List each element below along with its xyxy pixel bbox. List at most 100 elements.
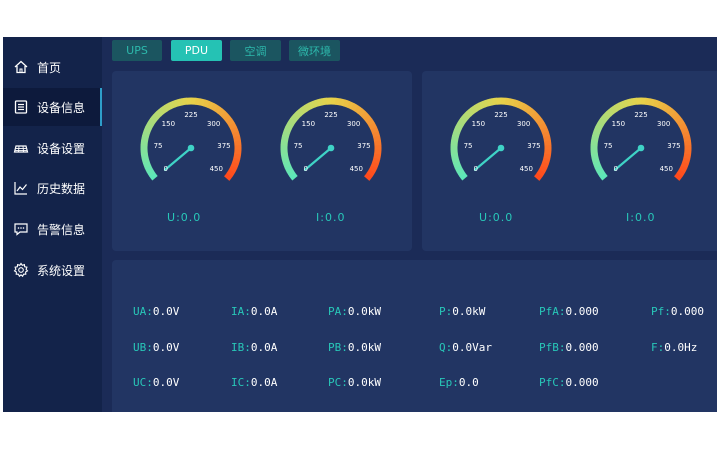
gauge-arc-segment xyxy=(457,118,467,127)
keyboard-icon xyxy=(13,140,29,156)
gauge-arc-segment xyxy=(631,97,638,106)
metric-value: 0.0V xyxy=(152,341,180,354)
gauge-arc-segment xyxy=(482,99,490,108)
gauge-arc-segment xyxy=(149,172,158,181)
gauge-arc-segment xyxy=(450,139,459,146)
metric-value: 0.0A xyxy=(250,341,278,354)
gauge-arc-segment xyxy=(513,99,521,108)
metric-pfc: PfC:0.000 xyxy=(539,376,599,389)
gauge-tick-label: 75 xyxy=(153,142,163,151)
gauge-arc-segment xyxy=(670,111,680,120)
gauge-tick-label: 300 xyxy=(206,119,221,128)
sidebar-item-device-settings[interactable]: 设备设置 xyxy=(3,129,102,167)
gauge-arc-segment xyxy=(172,99,180,108)
gauge-needle-hub xyxy=(637,144,645,152)
sidebar-item-device-info[interactable]: 设备信息 xyxy=(3,88,102,126)
gauge-arc-segment xyxy=(145,121,154,130)
gauge-arc-segment xyxy=(284,165,294,173)
gauge-arc-segment xyxy=(290,114,299,123)
gauge-arc-segment xyxy=(143,126,152,134)
gauge-arc-segment xyxy=(536,118,545,127)
gauge-tick-label: 375 xyxy=(527,142,541,151)
metric-value: 0.000 xyxy=(565,376,599,389)
gauge-arc-segment xyxy=(181,97,188,106)
gauge-arc-segment xyxy=(534,172,543,181)
gauge-arc-segment xyxy=(364,172,373,181)
gauge-arc-segment xyxy=(517,101,525,110)
gauge-tick-label: 375 xyxy=(667,142,681,151)
caption-label: I xyxy=(316,211,321,224)
gauge-needle xyxy=(613,146,643,171)
metric-ub: UB:0.0V xyxy=(133,341,179,354)
metrics-panel: UA:0.0V IA:0.0A PA:0.0kW P:0.0kW PfA:0.000 Pf… xyxy=(112,260,717,412)
gauge-arc-segment xyxy=(321,97,328,106)
sidebar-item-home[interactable]: 首页 xyxy=(3,48,102,86)
sidebar-item-alarms[interactable]: 告警信息 xyxy=(3,210,102,248)
caption-value: 0.0 xyxy=(634,211,656,224)
metric-label: PC: xyxy=(328,376,348,389)
gauge-needle xyxy=(163,146,193,171)
sidebar-item-system-settings[interactable]: 系统设置 xyxy=(3,251,102,289)
gauge-tick-label: 0 xyxy=(473,165,478,174)
metric-value: 0.0kW xyxy=(347,341,381,354)
gauge-tick-label: 375 xyxy=(357,142,371,151)
sidebar-item-label: 首页 xyxy=(37,60,62,75)
gauge-arc-segment xyxy=(505,97,512,106)
tab-ups[interactable]: UPS xyxy=(112,40,162,61)
gauge-arc-segment xyxy=(466,107,475,117)
gauge-arc-segment xyxy=(673,114,683,123)
metric-p: P:0.0kW xyxy=(439,305,485,318)
current-gauge: 0 75 150 225 300 375 450 xyxy=(585,96,697,192)
gauge-tick-label: 225 xyxy=(184,111,198,119)
metric-value: 0.0Var xyxy=(452,341,492,354)
metric-label: Pf: xyxy=(651,305,671,318)
gauge-arc-segment xyxy=(316,98,324,107)
sidebar-item-history[interactable]: 历史数据 xyxy=(3,169,102,207)
gauge-arc-segment xyxy=(676,118,685,127)
gauge-arc-segment xyxy=(228,165,238,174)
gauge-arc-segment xyxy=(354,105,363,114)
gauge-arc-segment xyxy=(613,102,622,112)
gauge-arc-segment xyxy=(543,135,551,142)
metric-value: 0.0A xyxy=(250,376,278,389)
gauge-arc-segment xyxy=(286,168,296,177)
gauge-arc-segment xyxy=(660,103,669,112)
gauge-tick-label: 75 xyxy=(603,142,613,151)
metric-pb: PB:0.0kW xyxy=(328,341,381,354)
metric-label: PB: xyxy=(328,341,348,354)
current-caption: I:0.0 xyxy=(626,211,656,224)
line-chart-icon xyxy=(13,180,29,196)
caption-value: 0.0 xyxy=(180,211,202,224)
gauge-arc-segment xyxy=(156,107,165,117)
gauge-arc-segment xyxy=(141,135,149,142)
gauge-arc-segment xyxy=(606,107,615,117)
gauge-arc-segment xyxy=(664,105,673,114)
gauge-arc-segment xyxy=(591,135,599,142)
tab-pdu[interactable]: PDU xyxy=(171,40,222,61)
gauge-arc-segment xyxy=(473,102,482,112)
gauge-arc-segment xyxy=(626,98,634,107)
gauge-arc-segment xyxy=(600,114,609,123)
gauge-arc-segment xyxy=(283,126,292,134)
caption-value: 0.0 xyxy=(324,211,346,224)
gauge-arc-segment xyxy=(486,98,494,107)
tab-micro-environment[interactable]: 微环境 xyxy=(289,40,340,61)
gauge-arc-segment xyxy=(450,153,459,160)
gauge-arc-segment xyxy=(350,103,359,112)
sidebar-item-label: 告警信息 xyxy=(37,222,86,237)
tab-air-conditioner[interactable]: 空调 xyxy=(230,40,281,61)
gauge-arc-segment xyxy=(308,100,316,110)
metric-label: PA: xyxy=(328,305,348,318)
gauge-arc-segment xyxy=(282,130,291,138)
gauge-arc-segment xyxy=(595,121,604,130)
gauge-arc-segment xyxy=(343,99,351,108)
gauge-arc-segment xyxy=(142,130,151,138)
gauge-arc-segment xyxy=(368,165,378,174)
metric-q: Q:0.0Var xyxy=(439,341,492,354)
metric-label: Q: xyxy=(439,341,453,354)
gauge-arc-segment xyxy=(199,98,206,107)
metric-label: IB: xyxy=(231,341,251,354)
gauge-tick-label: 150 xyxy=(611,119,626,128)
gauge-arc-segment xyxy=(280,139,289,146)
gauge-arc-segment xyxy=(452,161,462,169)
